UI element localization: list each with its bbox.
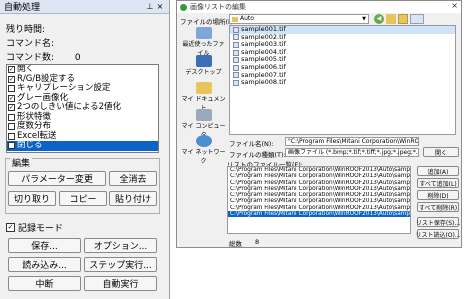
command-name-label: コマンド名:: [6, 39, 55, 49]
image-file-icon: [233, 79, 239, 86]
copy-button[interactable]: コピー: [59, 191, 107, 206]
process-checkbox[interactable]: ✓: [8, 75, 15, 83]
count-value: 8: [255, 238, 260, 246]
delete-all-button[interactable]: 全消去: [109, 171, 157, 186]
image-file-icon: [233, 26, 239, 33]
list-load-button[interactable]: リスト読込(O)...: [415, 229, 461, 239]
up-folder-icon[interactable]: [386, 14, 396, 24]
back-icon[interactable]: ◀: [374, 14, 384, 24]
close-icon[interactable]: ×: [155, 2, 165, 11]
list-item[interactable]: C:\Program Files\Mitani Corporation\WinR…: [228, 211, 410, 218]
list-item[interactable]: C:\Program Files\Mitani Corporation\WinR…: [228, 180, 410, 186]
process-checkbox[interactable]: ✓: [8, 66, 15, 74]
record-mode-toggle[interactable]: ✓ 記録モード: [6, 221, 63, 234]
place-desktop[interactable]: デスクトップ: [180, 55, 227, 76]
file-item[interactable]: sample008.tif: [230, 79, 455, 87]
process-checkbox[interactable]: [8, 85, 15, 93]
computer-icon: [195, 109, 212, 121]
process-checkbox[interactable]: [8, 132, 15, 140]
pin-icon[interactable]: ⊥: [145, 2, 155, 11]
network-icon: [195, 135, 212, 147]
location-select[interactable]: Auto ▼: [229, 14, 369, 24]
list-save-button[interactable]: リスト保存(S)...: [416, 217, 460, 227]
edit-group-label: 編集: [10, 156, 33, 169]
auto-run-button[interactable]: 自動実行: [84, 276, 157, 291]
option-button[interactable]: オプション...: [84, 238, 157, 253]
filename-label: ファイル名(N):: [229, 140, 274, 148]
view-menu-icon[interactable]: [410, 14, 424, 24]
image-file-icon: [233, 57, 239, 64]
place-documents[interactable]: マイ ドキュメント: [180, 82, 227, 112]
add-button[interactable]: 追加(A): [417, 166, 459, 176]
open-button[interactable]: 開く: [423, 147, 459, 157]
process-checkbox[interactable]: ✓: [8, 104, 15, 112]
file-list[interactable]: sample001.tif sample002.tif sample003.tif s…: [229, 25, 456, 135]
app-icon: [180, 3, 187, 11]
process-checkbox[interactable]: ✓: [8, 94, 15, 102]
process-checkbox[interactable]: [8, 142, 15, 150]
command-count-value: 0: [74, 53, 81, 63]
save-button[interactable]: 保存...: [8, 238, 81, 253]
folder-icon: [232, 16, 238, 22]
parameter-change-button[interactable]: パラメーター変更: [8, 171, 106, 186]
panel-title: 自動処理: [4, 3, 41, 13]
panel-title-bar: 自動処理 ⊥ ×: [0, 0, 169, 14]
cut-button[interactable]: 切り取り: [8, 191, 56, 206]
recent-icon: [195, 27, 212, 39]
process-list[interactable]: ✓ 開く ✓ R/G/B設定する キャリブレーション設定 ✓ グレー画像化 ✓ 2つのしきい値に…: [6, 64, 159, 153]
file-name: sample008.tif: [241, 78, 286, 87]
location-label: ファイルの場所(I):: [180, 18, 235, 26]
image-file-icon: [233, 49, 239, 56]
count-label: 総数: [229, 240, 242, 248]
nav-toolbar: ◀: [374, 14, 424, 24]
remove-all-button[interactable]: すべて削除(R): [417, 202, 459, 212]
remove-button[interactable]: 削除(D): [417, 190, 459, 200]
record-mode-checkbox[interactable]: ✓: [6, 223, 15, 232]
record-mode-label: 記録モード: [18, 224, 64, 234]
dialog-title: 画像リストの編集: [190, 3, 246, 11]
new-folder-icon[interactable]: [398, 14, 408, 24]
list-item[interactable]: C:\Program Files\Mitani Corporation\WinR…: [228, 198, 410, 204]
process-item[interactable]: 閉じる: [7, 140, 158, 151]
list-item[interactable]: C:\Program Files\Mitani Corporation\WinR…: [228, 173, 410, 179]
image-file-icon: [233, 34, 239, 41]
chevron-down-icon: ▼: [362, 16, 366, 22]
filetype-select[interactable]: 画像ファイル (*.bmp;*.tif;*.tiff;*.jpg;*.jpeg;…: [285, 148, 419, 157]
dialog-title-bar: 画像リストの編集 ×: [177, 1, 461, 13]
filetype-label: ファイルの種類(T):: [229, 151, 286, 159]
add-all-button[interactable]: すべて追加(L): [417, 178, 459, 188]
command-count-label: コマンド数: 0: [6, 53, 81, 63]
image-file-icon: [233, 72, 239, 79]
remaining-time-label: 残り時間:: [6, 25, 46, 35]
place-recent[interactable]: 最近使ったファイル: [180, 27, 227, 57]
desktop-icon: [195, 55, 212, 67]
place-network[interactable]: マイ ネットワーク: [180, 135, 227, 165]
filename-input[interactable]: "C:\Program Files\Mitani Corporation\Win…: [285, 137, 419, 146]
image-file-list[interactable]: C:\Program Files\Mitani Corporation\WinR…: [227, 166, 411, 234]
image-file-icon: [233, 64, 239, 71]
process-label: 閉じる: [17, 140, 43, 150]
places-bar: 最近使ったファイル デスクトップ マイ ドキュメント マイ コンピュータ マイ …: [180, 27, 227, 165]
documents-icon: [195, 82, 212, 94]
process-checkbox[interactable]: [8, 113, 15, 121]
step-run-button[interactable]: ステップ実行...: [84, 257, 157, 272]
image-file-icon: [233, 41, 239, 48]
paste-button[interactable]: 貼り付け: [109, 191, 157, 206]
stop-button[interactable]: 中断: [8, 276, 81, 291]
load-button[interactable]: 読み込み...: [8, 257, 81, 272]
process-checkbox[interactable]: [8, 123, 15, 131]
dialog-close-icon[interactable]: ×: [451, 1, 458, 10]
image-list-dialog: 画像リストの編集 × ファイルの場所(I): Auto ▼ ◀ 最近使ったファイ…: [176, 0, 462, 248]
auto-process-panel: 自動処理 ⊥ × 残り時間: コマンド名: コマンド数: 0 ✓ 開く ✓ R/G/B…: [0, 0, 170, 299]
